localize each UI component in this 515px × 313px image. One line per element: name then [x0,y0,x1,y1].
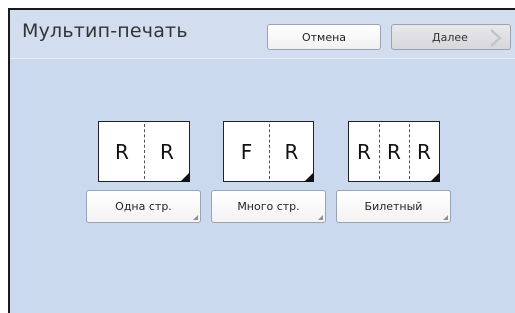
multiup-print-screen: Мультип-печать Отмена Далее R R F R R R … [8,8,515,313]
sheet-letter: R [357,139,371,164]
ticket-button[interactable]: Билетный [336,190,451,223]
page-title: Мультип-печать [22,20,188,42]
multi-page-button[interactable]: Много стр. [211,190,326,223]
next-button[interactable]: Далее [391,24,511,50]
sheet-letter: R [115,139,129,164]
multi-page-button-label: Много стр. [237,200,300,213]
single-page-button-label: Одна стр. [115,200,172,213]
sheet-letter: F [240,139,253,164]
cancel-button-label: Отмена [301,30,347,44]
ticket-preview: R R R [348,121,440,182]
single-page-preview: R R [98,121,190,182]
button-corner-mark [193,215,198,220]
chevron-right-icon [490,29,502,47]
single-page-button[interactable]: Одна стр. [86,190,201,223]
sheet-corner-icon [430,172,440,182]
next-button-label: Далее [432,31,468,44]
ticket-button-label: Билетный [364,200,423,213]
content-area [10,59,515,313]
header-bar: Мультип-печать Отмена Далее [10,10,515,59]
multi-page-preview: F R [223,121,314,182]
sheet-corner-icon [304,172,314,182]
button-corner-mark [318,215,323,220]
cancel-button[interactable]: Отмена [267,24,381,50]
button-corner-mark [443,215,448,220]
sheet-corner-icon [180,172,190,182]
sheet-letter: R [387,139,401,164]
